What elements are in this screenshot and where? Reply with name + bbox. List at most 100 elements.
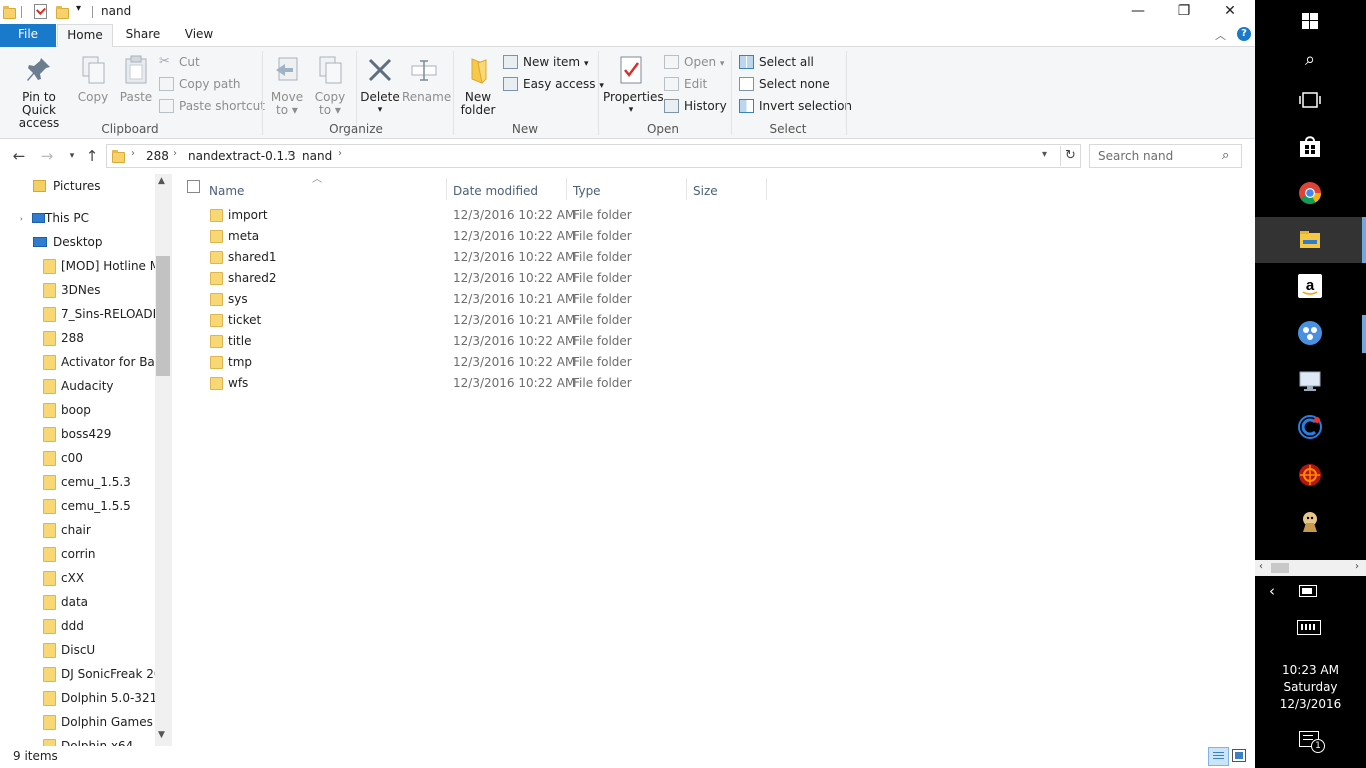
ccleaner-icon[interactable] — [1297, 414, 1323, 440]
table-row[interactable]: sys 12/3/2016 10:21 AM File folder — [204, 289, 764, 310]
nav-item-folder[interactable]: cemu_1.5.3 — [43, 470, 155, 494]
large-icons-view-icon[interactable] — [1232, 749, 1246, 762]
search-input[interactable]: Search nand — [1098, 149, 1173, 163]
column-divider[interactable] — [766, 178, 767, 200]
move-to-button[interactable]: Move to ▾ — [268, 55, 306, 117]
breadcrumb-chevron-icon[interactable]: › — [287, 148, 291, 159]
table-row[interactable]: ticket 12/3/2016 10:21 AM File folder — [204, 310, 764, 331]
nav-item-folder[interactable]: boop — [43, 398, 155, 422]
nav-item-folder[interactable]: data — [43, 590, 155, 614]
chrome-icon[interactable] — [1297, 180, 1323, 206]
tab-view[interactable]: View — [172, 24, 226, 47]
nav-item-folder[interactable]: DiscU — [43, 638, 155, 662]
column-header-date-modified[interactable]: Date modified — [453, 179, 538, 203]
properties-quick-icon[interactable] — [34, 4, 47, 19]
column-header-name[interactable]: Name — [209, 179, 244, 203]
pin-to-quick-access-button[interactable]: Pin to Quick access — [4, 55, 74, 130]
scrollbar-thumb[interactable] — [1271, 563, 1289, 573]
column-divider[interactable] — [686, 178, 687, 200]
tab-home[interactable]: Home — [57, 24, 113, 48]
show-hidden-icons-chevron-icon[interactable]: ‹ — [1269, 582, 1275, 600]
easy-access-button[interactable]: Easy access ▾ — [503, 75, 604, 93]
battery-icon[interactable] — [1299, 585, 1317, 597]
refresh-icon[interactable]: ↻ — [1060, 146, 1080, 166]
breadcrumb-item[interactable]: 288 — [146, 149, 169, 163]
open-button[interactable]: Open ▾ — [664, 53, 724, 71]
recent-locations-chevron-icon[interactable]: ▾ — [63, 146, 81, 166]
nav-item-folder[interactable]: 7_Sins-RELOADED — [43, 302, 155, 326]
antivirus-icon[interactable] — [1297, 462, 1323, 488]
nav-item-folder[interactable]: cXX — [43, 566, 155, 590]
column-divider[interactable] — [566, 178, 567, 200]
nav-item-folder[interactable]: corrin — [43, 542, 155, 566]
tab-share[interactable]: Share — [116, 24, 170, 47]
table-row[interactable]: shared2 12/3/2016 10:22 AM File folder — [204, 268, 764, 289]
scrollbar-thumb[interactable] — [156, 256, 170, 376]
breadcrumb-chevron-icon[interactable]: › — [173, 148, 177, 159]
nav-item-folder[interactable]: 3DNes — [43, 278, 155, 302]
select-all-checkbox[interactable] — [187, 180, 200, 193]
cut-button[interactable]: ✂ Cut — [159, 53, 200, 71]
app-icon[interactable] — [1297, 320, 1323, 346]
nav-pane-scrollbar[interactable]: ▲ ▼ — [155, 174, 172, 746]
address-dropdown-icon[interactable]: ▾ — [1042, 149, 1047, 160]
close-button[interactable]: ✕ — [1207, 0, 1253, 24]
nav-item-folder[interactable]: ddd — [43, 614, 155, 638]
taskbar-scrollbar[interactable]: ‹ › — [1255, 560, 1366, 576]
table-row[interactable]: wfs 12/3/2016 10:22 AM File folder — [204, 373, 764, 394]
delete-button[interactable]: Delete ▾ — [360, 55, 400, 117]
copy-path-button[interactable]: Copy path — [159, 75, 241, 93]
nav-item-folder[interactable]: c00 — [43, 446, 155, 470]
breadcrumb-item[interactable]: nandextract-0.1.3 — [188, 149, 296, 163]
system-clock[interactable]: 10:23 AM Saturday 12/3/2016 — [1255, 662, 1366, 713]
rename-button[interactable]: Rename — [402, 55, 451, 104]
nav-item-folder[interactable]: Dolphin 5.0-321 S — [43, 686, 155, 710]
store-icon[interactable] — [1297, 133, 1323, 159]
paste-shortcut-button[interactable]: Paste shortcut — [159, 97, 265, 115]
column-header-type[interactable]: Type — [573, 179, 601, 203]
table-row[interactable]: tmp 12/3/2016 10:22 AM File folder — [204, 352, 764, 373]
file-explorer-icon[interactable] — [1297, 227, 1323, 253]
nav-item-folder[interactable]: Audacity — [43, 374, 155, 398]
customize-quick-access-icon[interactable]: ▾ — [76, 3, 81, 14]
nav-item-pictures[interactable]: Pictures — [33, 174, 155, 198]
maximize-button[interactable]: ❐ — [1161, 0, 1207, 24]
paste-button[interactable]: Paste — [117, 55, 155, 104]
nav-item-this-pc[interactable]: › This PC — [20, 206, 155, 230]
nav-item-folder[interactable]: [MOD] Hotline M — [43, 254, 155, 278]
edit-button[interactable]: Edit — [664, 75, 707, 93]
column-header-size[interactable]: Size — [693, 179, 718, 203]
column-divider[interactable] — [446, 178, 447, 200]
new-folder-quick-icon[interactable] — [56, 6, 69, 19]
nav-item-folder[interactable]: Activator for Band — [43, 350, 155, 374]
forward-arrow-icon[interactable]: → — [38, 146, 56, 166]
scroll-down-icon[interactable]: ▼ — [158, 730, 165, 740]
search-icon[interactable]: ⌕ — [1222, 148, 1229, 163]
table-row[interactable]: import 12/3/2016 10:22 AM File folder — [204, 205, 764, 226]
select-none-button[interactable]: Select none — [739, 75, 830, 93]
collapse-ribbon-icon[interactable]: ︿ — [1215, 27, 1226, 43]
windows-icon[interactable] — [1297, 8, 1323, 34]
chevron-right-icon[interactable]: › — [20, 215, 23, 223]
tab-file[interactable]: File — [0, 24, 56, 47]
nav-item-folder[interactable]: 288 — [43, 326, 155, 350]
remote-desktop-icon[interactable] — [1297, 368, 1323, 394]
new-folder-button[interactable]: New folder — [458, 55, 498, 117]
select-all-button[interactable]: Select all — [739, 53, 814, 71]
amazon-icon[interactable]: a — [1297, 273, 1323, 299]
invert-selection-button[interactable]: Invert selection — [739, 97, 852, 115]
table-row[interactable]: title 12/3/2016 10:22 AM File folder — [204, 331, 764, 352]
breadcrumb-item[interactable]: nand — [302, 149, 332, 163]
history-button[interactable]: History — [664, 97, 727, 115]
new-item-button[interactable]: New item ▾ — [503, 53, 588, 71]
minimize-button[interactable]: — — [1115, 0, 1161, 24]
nav-item-folder[interactable]: DJ SonicFreak 201 — [43, 662, 155, 686]
up-arrow-icon[interactable]: ↑ — [83, 146, 101, 166]
address-bar[interactable]: › 288 › nandextract-0.1.3 › nand › ▾ ↻ — [106, 144, 1081, 168]
table-row[interactable]: meta 12/3/2016 10:22 AM File folder — [204, 226, 764, 247]
breadcrumb-chevron-icon[interactable]: › — [338, 148, 342, 159]
nav-item-folder[interactable]: cemu_1.5.5 — [43, 494, 155, 518]
copy-button[interactable]: Copy — [76, 55, 110, 104]
nav-item-desktop[interactable]: Desktop — [33, 230, 155, 254]
scroll-up-icon[interactable]: ▲ — [158, 176, 165, 186]
